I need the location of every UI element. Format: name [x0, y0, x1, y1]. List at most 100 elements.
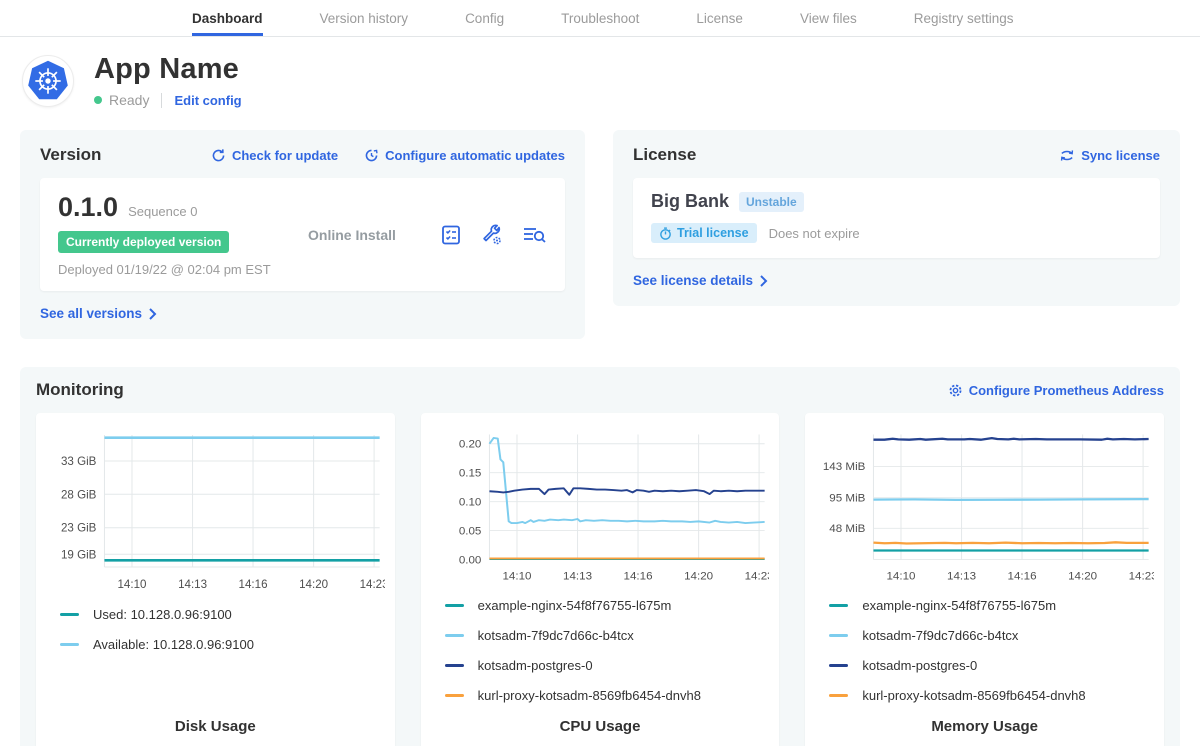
legend-label: kotsadm-7f9dc7d66c-b4tcx [862, 628, 1018, 643]
divider [161, 93, 162, 108]
svg-text:28 GiB: 28 GiB [61, 489, 97, 501]
currently-deployed-badge: Currently deployed version [58, 231, 229, 253]
legend-label: kurl-proxy-kotsadm-8569fb6454-dnvh8 [862, 688, 1085, 703]
cpu-usage-chart-card: 14:1014:1314:1614:2014:230.000.050.100.1… [421, 413, 780, 746]
legend-label: example-nginx-54f8f76755-l675m [478, 598, 672, 613]
svg-text:0.05: 0.05 [458, 526, 481, 538]
svg-text:0.15: 0.15 [458, 468, 481, 480]
svg-text:95 MiB: 95 MiB [830, 493, 866, 505]
license-card: Big Bank Unstable Trial license Does not… [633, 178, 1160, 258]
chevron-right-icon [759, 275, 768, 287]
svg-text:14:10: 14:10 [887, 571, 916, 583]
see-license-details-link[interactable]: See license details [633, 273, 768, 288]
sync-arrows-icon [1059, 148, 1075, 163]
svg-text:143 MiB: 143 MiB [823, 461, 866, 473]
cpu-usage-legend: example-nginx-54f8f76755-l675m kotsadm-7f… [445, 598, 770, 718]
disk-usage-chart-card: 14:1014:1314:1614:2014:2319 GiB23 GiB28 … [36, 413, 395, 746]
tab-dashboard[interactable]: Dashboard [192, 0, 263, 36]
svg-text:14:16: 14:16 [239, 579, 268, 591]
customer-name: Big Bank [651, 191, 729, 212]
memory-usage-chart-card: 14:10 14:13 14:16 14:20 14:23 48 MiB 95 MiB 143… [805, 413, 1164, 746]
svg-text:19 GiB: 19 GiB [61, 549, 97, 561]
legend-color-dash-icon [60, 613, 79, 616]
svg-text:14:16: 14:16 [623, 571, 652, 583]
svg-text:14:13: 14:13 [563, 571, 592, 583]
legend-color-dash-icon [829, 694, 848, 697]
app-status: Ready [109, 92, 149, 108]
channel-badge: Unstable [739, 192, 804, 212]
refresh-icon [211, 148, 226, 163]
tab-license[interactable]: License [696, 0, 743, 36]
svg-text:14:20: 14:20 [1068, 571, 1097, 583]
legend-item: kotsadm-postgres-0 [829, 658, 1154, 673]
memory-usage-chart: 14:10 14:13 14:16 14:20 14:23 48 MiB 95 MiB 143… [815, 425, 1154, 588]
version-sequence: Sequence 0 [128, 204, 197, 219]
legend-item: kurl-proxy-kotsadm-8569fb6454-dnvh8 [445, 688, 770, 703]
legend-item: Available: 10.128.0.96:9100 [60, 637, 385, 652]
configure-prometheus-link[interactable]: Configure Prometheus Address [948, 383, 1164, 398]
page-title: App Name [94, 53, 242, 86]
legend-color-dash-icon [829, 634, 848, 637]
chevron-right-icon [148, 308, 157, 320]
app-header: App Name Ready Edit config [0, 37, 1200, 122]
svg-text:0.10: 0.10 [458, 497, 481, 509]
legend-label: kotsadm-postgres-0 [862, 658, 977, 673]
legend-color-dash-icon [445, 664, 464, 667]
legend-color-dash-icon [445, 694, 464, 697]
svg-text:14:16: 14:16 [1008, 571, 1037, 583]
tab-registry-settings[interactable]: Registry settings [914, 0, 1014, 36]
status-dot-icon [94, 96, 102, 104]
chart-title: Memory Usage [815, 718, 1154, 741]
tab-troubleshoot[interactable]: Troubleshoot [561, 0, 639, 36]
svg-text:14:13: 14:13 [178, 579, 207, 591]
svg-text:14:23: 14:23 [1129, 571, 1154, 583]
stopwatch-icon [659, 227, 672, 240]
preflight-checks-icon[interactable] [439, 223, 463, 247]
sync-license-link[interactable]: Sync license [1059, 148, 1160, 163]
legend-label: kotsadm-postgres-0 [478, 658, 593, 673]
chart-title: CPU Usage [431, 718, 770, 741]
license-panel: License Sync license Big Bank Unstable T… [613, 130, 1180, 306]
disk-usage-chart: 14:1014:1314:1614:2014:2319 GiB23 GiB28 … [46, 425, 385, 597]
check-for-update-link[interactable]: Check for update [211, 148, 338, 163]
legend-color-dash-icon [829, 604, 848, 607]
chart-title: Disk Usage [46, 718, 385, 741]
legend-color-dash-icon [829, 664, 848, 667]
trial-license-badge: Trial license [651, 223, 757, 243]
legend-label: kotsadm-7f9dc7d66c-b4tcx [478, 628, 634, 643]
edit-config-link[interactable]: Edit config [174, 93, 241, 108]
tab-view-files[interactable]: View files [800, 0, 857, 36]
tab-version-history[interactable]: Version history [320, 0, 409, 36]
legend-color-dash-icon [60, 643, 79, 646]
svg-text:14:20: 14:20 [684, 571, 713, 583]
current-version-card: 0.1.0 Sequence 0 Currently deployed vers… [40, 178, 565, 291]
legend-item: kotsadm-postgres-0 [445, 658, 770, 673]
svg-text:33 GiB: 33 GiB [61, 456, 97, 468]
configure-wrench-icon[interactable] [480, 223, 504, 247]
cpu-usage-chart: 14:1014:1314:1614:2014:230.000.050.100.1… [431, 425, 770, 588]
svg-text:48 MiB: 48 MiB [830, 523, 866, 535]
legend-item: Used: 10.128.0.96:9100 [60, 607, 385, 622]
install-type-label: Online Install [308, 227, 439, 243]
svg-text:14:23: 14:23 [744, 571, 769, 583]
svg-text:14:13: 14:13 [947, 571, 976, 583]
configure-automatic-updates-link[interactable]: Configure automatic updates [364, 148, 565, 163]
view-logs-icon[interactable] [521, 223, 547, 247]
deployed-timestamp: Deployed 01/19/22 @ 02:04 pm EST [58, 262, 308, 277]
svg-text:14:23: 14:23 [360, 579, 385, 591]
legend-label: kurl-proxy-kotsadm-8569fb6454-dnvh8 [478, 688, 701, 703]
svg-text:0.00: 0.00 [458, 555, 481, 567]
monitoring-title: Monitoring [36, 380, 124, 400]
version-panel: Version Check for update Configure autom… [20, 130, 585, 339]
legend-item: kotsadm-7f9dc7d66c-b4tcx [829, 628, 1154, 643]
license-panel-title: License [633, 145, 696, 165]
license-expiry: Does not expire [769, 226, 860, 241]
legend-color-dash-icon [445, 634, 464, 637]
see-all-versions-link[interactable]: See all versions [40, 306, 157, 321]
monitoring-panel: Monitoring Configure Prometheus Address … [20, 367, 1180, 746]
svg-text:0.20: 0.20 [458, 439, 481, 451]
kubernetes-logo-icon [22, 55, 74, 107]
tab-config[interactable]: Config [465, 0, 504, 36]
memory-usage-legend: example-nginx-54f8f76755-l675mkotsadm-7f… [829, 598, 1154, 718]
legend-item: kurl-proxy-kotsadm-8569fb6454-dnvh8 [829, 688, 1154, 703]
